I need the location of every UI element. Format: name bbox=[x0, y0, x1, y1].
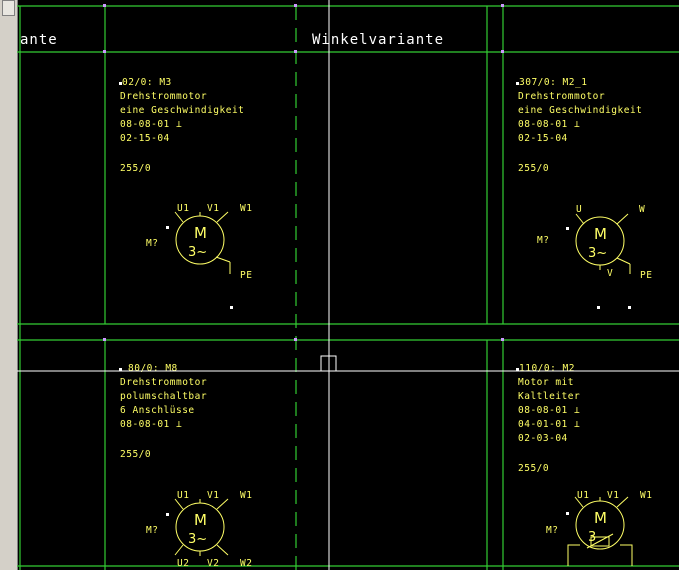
cell-code: 255/0 bbox=[518, 463, 549, 474]
cell-line: 02-15-04 bbox=[120, 133, 170, 144]
cell-line: Drehstrommotor bbox=[120, 91, 207, 102]
terminal-label: U2 bbox=[177, 558, 189, 569]
phase-label: 3~ bbox=[588, 246, 607, 261]
toolbar-handle[interactable] bbox=[2, 0, 15, 16]
terminal-label: W2 bbox=[240, 558, 252, 569]
terminal-label: W bbox=[639, 204, 645, 215]
cell-line: Motor mit bbox=[518, 377, 574, 388]
left-toolbar-edge[interactable] bbox=[0, 0, 18, 570]
grid-node-markers bbox=[103, 4, 504, 341]
terminal-label: V2 bbox=[207, 558, 219, 569]
terminal-label: W1 bbox=[240, 203, 252, 214]
header-left-fragment: ante bbox=[20, 32, 58, 48]
phase-label: 3~ bbox=[188, 532, 207, 547]
terminal-label: W1 bbox=[640, 490, 652, 501]
cell-code: 255/0 bbox=[120, 163, 151, 174]
cell-line: 02-15-04 bbox=[518, 133, 568, 144]
terminal-label: V bbox=[607, 268, 613, 279]
cell-line: 110/0: M2 bbox=[519, 363, 575, 374]
motor-cell-3[interactable]: 110/0: M2 Motor mit Kaltleiter 08-08-01 … bbox=[516, 363, 652, 566]
terminal-label: V1 bbox=[207, 490, 219, 501]
motor-cell-1[interactable]: 307/0: M2_1 Drehstrommotor eine Geschwin… bbox=[516, 77, 652, 309]
drawing-canvas[interactable]: ante Winkelvariante 02/0: M3 Drehstrommo… bbox=[17, 0, 679, 570]
terminal-label: U1 bbox=[177, 203, 189, 214]
motor-cell-0[interactable]: 02/0: M3 Drehstrommotor eine Geschwindig… bbox=[119, 77, 252, 309]
terminal-label: V1 bbox=[207, 203, 219, 214]
cell-line: 08-08-01 ⊥ bbox=[120, 419, 182, 430]
cell-line: 08-08-01 ⊥ bbox=[518, 405, 580, 416]
motor-symbol: M 3~ M? U1 V1 W1 PE bbox=[146, 203, 252, 281]
motor-tag: M? bbox=[546, 525, 558, 536]
cell-line: 80/0: M8 bbox=[128, 363, 178, 374]
motor-cell-2[interactable]: 80/0: M8 Drehstrommotor polumschaltbar 6… bbox=[119, 363, 252, 569]
motor-letter: M bbox=[194, 511, 207, 529]
motor-symbol: M 3~ M? U1 V1 W1 U2 V2 W2 bbox=[146, 490, 252, 569]
terminal-label: U bbox=[576, 204, 582, 215]
pe-label: PE bbox=[240, 270, 252, 281]
cell-line: 6 Anschlüsse bbox=[120, 405, 195, 416]
cell-line: 02-03-04 bbox=[518, 433, 568, 444]
handle-point bbox=[597, 306, 600, 309]
cell-line: eine Geschwindigkeit bbox=[120, 105, 244, 116]
motor-letter: M bbox=[194, 224, 207, 242]
cell-line: 04-01-01 ⊥ bbox=[518, 419, 580, 430]
pe-label: PE bbox=[640, 270, 652, 281]
motor-tag: M? bbox=[146, 525, 158, 536]
terminal-label: V1 bbox=[607, 490, 619, 501]
motor-tag: M? bbox=[537, 235, 549, 246]
cell-line: eine Geschwindigkeit bbox=[518, 105, 642, 116]
cell-code: 255/0 bbox=[518, 163, 549, 174]
cell-line: polumschaltbar bbox=[120, 391, 207, 402]
motor-symbol: M 3~ M? U W V PE bbox=[537, 204, 652, 281]
terminal-label: W1 bbox=[240, 490, 252, 501]
terminal-label: U1 bbox=[577, 490, 589, 501]
header-title: Winkelvariante bbox=[312, 32, 444, 48]
motor-tag: M? bbox=[146, 238, 158, 249]
cell-line: 02/0: M3 bbox=[122, 77, 172, 88]
motor-letter: M bbox=[594, 509, 607, 527]
handle-point bbox=[628, 306, 631, 309]
cell-code: 255/0 bbox=[120, 449, 151, 460]
cell-line: Drehstrommotor bbox=[518, 91, 605, 102]
cell-line: Kaltleiter bbox=[518, 391, 580, 402]
motor-symbol: M 3 M? U1 V1 W1 bbox=[546, 490, 652, 566]
cell-line: 307/0: M2_1 bbox=[519, 77, 587, 88]
cell-line: 08-08-01 ⊥ bbox=[518, 119, 580, 130]
phase-label: 3~ bbox=[188, 245, 207, 260]
cell-line: 08-08-01 ⊥ bbox=[120, 119, 182, 130]
handle-point bbox=[230, 306, 233, 309]
terminal-label: U1 bbox=[177, 490, 189, 501]
cell-line: Drehstrommotor bbox=[120, 377, 207, 388]
motor-letter: M bbox=[594, 225, 607, 243]
